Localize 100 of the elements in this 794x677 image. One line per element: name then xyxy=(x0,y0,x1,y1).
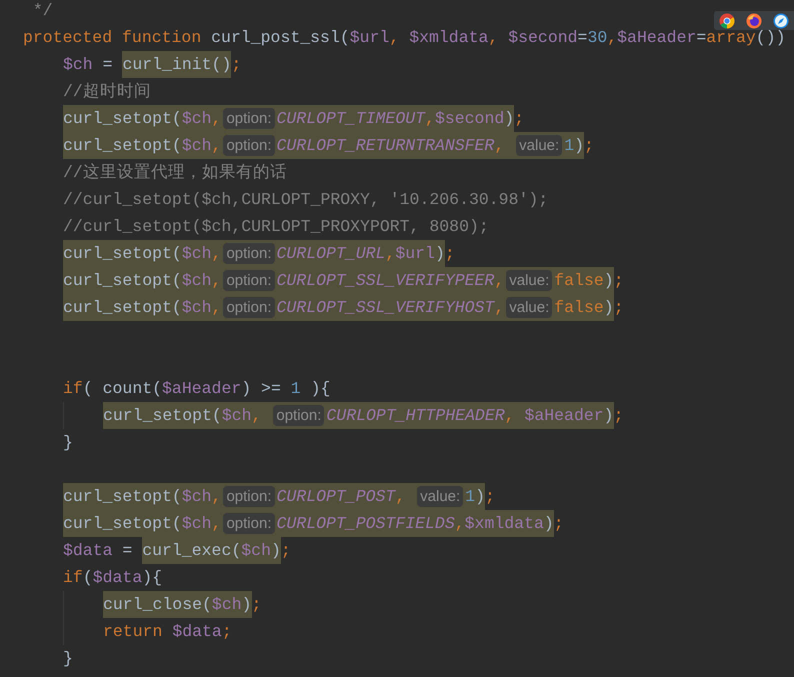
code-keyword: ; xyxy=(614,405,624,427)
code-keyword: , xyxy=(212,513,222,535)
code-keyword: if xyxy=(63,378,83,400)
code-text: curl_init() xyxy=(122,54,232,76)
code-text: ) xyxy=(544,513,554,535)
code-text: } xyxy=(63,648,73,670)
code-keyword: protected function xyxy=(23,27,202,49)
code-keyword: , xyxy=(212,486,222,508)
code-keyword: , xyxy=(252,405,262,427)
parameter-hint: value: xyxy=(417,486,464,507)
code-text: } xyxy=(63,432,73,454)
parameter-hint: value: xyxy=(516,135,562,156)
code-keyword: ; xyxy=(484,486,495,508)
code-text: ) xyxy=(574,135,584,157)
code-number: 1 xyxy=(564,135,574,157)
code-keyword: ; xyxy=(614,297,624,319)
parameter-hint: option: xyxy=(223,135,274,156)
code-variable: $url xyxy=(395,243,435,265)
code-keyword: , xyxy=(454,513,465,535)
parameter-hint: value: xyxy=(506,297,552,318)
parameter-hint: option: xyxy=(223,513,274,534)
code-constant: CURLOPT_TIMEOUT xyxy=(276,108,426,130)
code-keyword: , xyxy=(385,243,396,265)
code-keyword: false xyxy=(554,270,604,292)
code-text: ) xyxy=(604,297,614,319)
code-keyword: array xyxy=(706,27,756,49)
code-keyword: ; xyxy=(231,54,242,76)
browser-icon[interactable] xyxy=(772,12,789,28)
code-keyword: ; xyxy=(514,108,524,130)
code-keyword: , xyxy=(212,135,222,157)
code-text: ){ xyxy=(310,378,330,400)
code-keyword: , xyxy=(425,108,435,130)
code-constant: CURLOPT_HTTPHEADER xyxy=(326,405,505,427)
code-variable: $ch xyxy=(182,513,212,535)
code-text: curl_setopt( xyxy=(63,297,182,319)
code-text: curl_post_ssl( xyxy=(211,27,350,49)
code-variable: $ch xyxy=(182,243,212,265)
code-text: = xyxy=(696,27,706,49)
code-keyword: if xyxy=(63,567,83,589)
code-keyword: , xyxy=(389,27,400,49)
code-text: curl_setopt( xyxy=(103,405,222,427)
code-text: curl_setopt( xyxy=(63,513,182,535)
code-text: ) xyxy=(242,594,252,616)
code-text: curl_setopt( xyxy=(63,108,182,130)
code-text: ) xyxy=(504,108,514,130)
code-text: curl_setopt( xyxy=(63,135,182,157)
code-variable: $ch xyxy=(182,486,212,508)
code-variable: $aHeader xyxy=(162,378,242,400)
browser-icon[interactable] xyxy=(746,12,762,28)
code-variable: $data xyxy=(63,540,113,562)
code-variable: $ch xyxy=(241,540,271,562)
code-keyword: , xyxy=(488,27,500,49)
parameter-hint: option: xyxy=(223,108,274,129)
parameter-hint: option: xyxy=(273,405,324,426)
code-keyword: , xyxy=(212,243,222,265)
code-keyword: ; xyxy=(444,243,455,265)
code-variable: $ch xyxy=(182,297,212,319)
code-variable: $ch xyxy=(182,108,212,130)
code-comment: //这里设置代理，如果有的话 xyxy=(63,162,287,184)
code-variable: $ch xyxy=(222,405,252,427)
code-variable: $xmldata xyxy=(464,513,544,535)
browser-icon[interactable] xyxy=(719,12,736,28)
code-keyword: ; xyxy=(554,513,564,535)
code-text: ) >= xyxy=(241,378,282,400)
code-text: curl_setopt( xyxy=(63,270,182,292)
code-keyword: , xyxy=(212,270,222,292)
code-comment: //curl_setopt($ch,CURLOPT_PROXY, '10.206.30.98'); xyxy=(63,189,548,211)
code-keyword: , xyxy=(494,270,504,292)
code-constant: CURLOPT_RETURNTRANSFER xyxy=(276,135,494,157)
code-keyword: ; xyxy=(614,270,624,292)
code-variable: $ch xyxy=(63,54,93,76)
code-text: ) xyxy=(434,243,445,265)
code-variable: $data xyxy=(172,621,222,643)
code-variable: $second xyxy=(434,108,504,130)
code-keyword: , xyxy=(494,135,506,157)
code-constant: CURLOPT_SSL_VERIFYHOST xyxy=(276,297,494,319)
code-text: ) xyxy=(270,540,281,562)
code-variable: $ch xyxy=(182,135,212,157)
code-variable: $aHeader xyxy=(617,27,696,49)
code-comment: */ xyxy=(32,0,53,22)
code-number: 30 xyxy=(587,27,608,49)
code-text: ) xyxy=(604,270,614,292)
code-text: curl_close( xyxy=(103,594,212,616)
code-comment: //curl_setopt($ch,CURLOPT_PROXYPORT, 8080); xyxy=(63,216,489,238)
code-keyword: , xyxy=(212,297,222,319)
code-keyword: false xyxy=(554,297,604,319)
code-text: curl_setopt( xyxy=(63,243,182,265)
code-keyword: , xyxy=(494,297,504,319)
parameter-hint: value: xyxy=(506,270,552,291)
code-keyword: , xyxy=(607,27,618,49)
code-constant: CURLOPT_POSTFIELDS xyxy=(276,513,455,535)
code-text: = xyxy=(102,54,114,76)
code-keyword: , xyxy=(395,486,406,508)
code-text: curl_setopt( xyxy=(63,486,182,508)
code-variable: $ch xyxy=(182,270,212,292)
code-variable: $data xyxy=(92,567,142,589)
code-constant: CURLOPT_POST xyxy=(276,486,396,508)
code-constant: CURLOPT_SSL_VERIFYPEER xyxy=(276,270,494,292)
code-number: 1 xyxy=(465,486,476,508)
code-keyword: ; xyxy=(584,135,594,157)
